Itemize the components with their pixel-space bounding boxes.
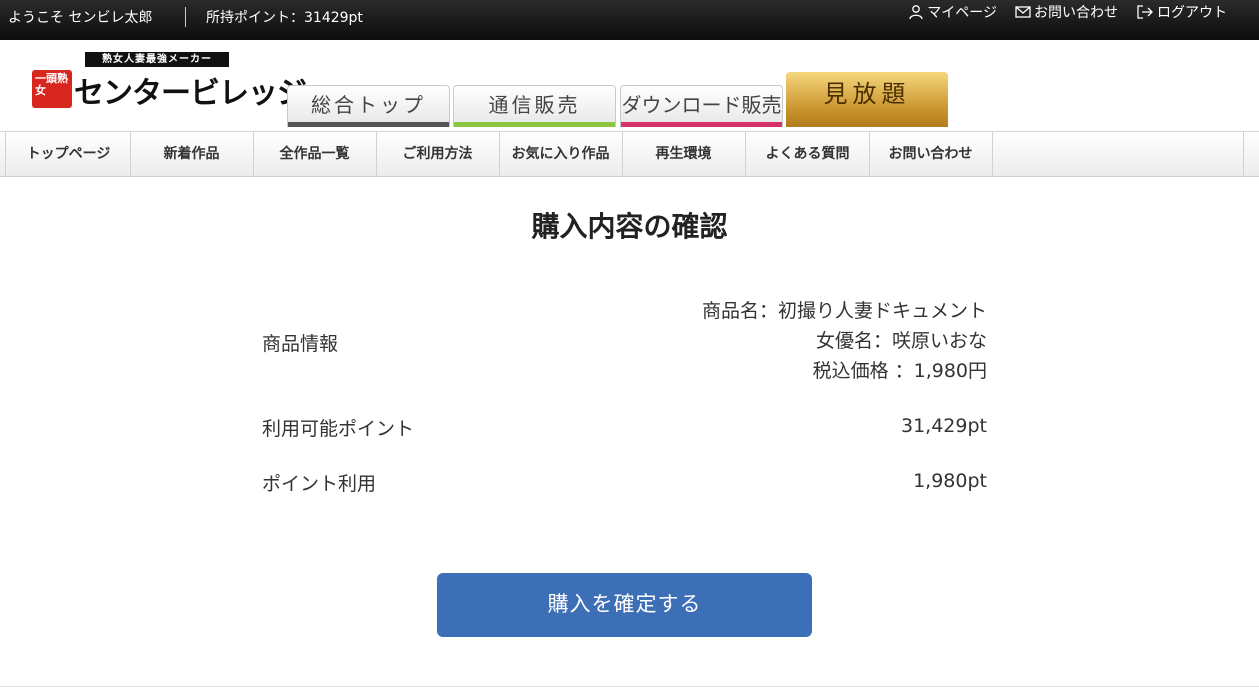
nav-item-how-to-use[interactable]: ご利用方法 — [376, 132, 500, 176]
tab-color-bar — [288, 122, 449, 127]
mail-icon — [1015, 6, 1031, 18]
tab-label: 見放題 — [823, 80, 911, 108]
logout-link[interactable]: ログアウト — [1136, 2, 1227, 22]
tab-label: 総合トップ — [311, 93, 426, 117]
top-bar: ようこそ センビレ太郎 所持ポイント：31429pt マイページ お問い合わせ … — [0, 0, 1259, 40]
logo-brand: センタービレッジ — [74, 76, 307, 111]
tab-download-sales[interactable]: ダウンロード販売 — [620, 85, 783, 127]
footer-divider — [0, 686, 1259, 687]
points-balance: 所持ポイント：31429pt — [206, 10, 363, 26]
header: 熟女人妻最強メーカー 一頭熟女 センタービレッジ 総合トップ 通信販売 ダウンロ… — [0, 40, 1259, 132]
nav-item-top-page[interactable]: トップページ — [7, 132, 131, 176]
site-logo[interactable]: 熟女人妻最強メーカー 一頭熟女 センタービレッジ — [30, 50, 307, 120]
person-icon — [909, 5, 923, 20]
tab-color-bar — [621, 122, 782, 127]
tab-color-bar — [454, 122, 615, 127]
divider — [185, 7, 186, 27]
contact-label: お問い合わせ — [1034, 5, 1118, 21]
tab-unlimited[interactable]: 見放題 — [786, 72, 948, 127]
confirm-purchase-button[interactable]: 購入を確定する — [437, 573, 812, 637]
welcome-text: ようこそ センビレ太郎 — [8, 10, 153, 26]
tab-mail-order[interactable]: 通信販売 — [453, 85, 616, 127]
logo-tagline: 熟女人妻最強メーカー — [85, 52, 229, 67]
points-use-label: ポイント利用 — [262, 473, 377, 495]
available-points-label: 利用可能ポイント — [262, 418, 415, 440]
points-use-value: 1,980pt — [913, 470, 987, 492]
logo-seal: 一頭熟女 — [32, 70, 72, 108]
actress-name: 女優名：咲原いおな — [815, 330, 987, 352]
main-nav: トップページ 新着作品 全作品一覧 ご利用方法 お気に入り作品 再生環境 よくあ… — [0, 131, 1259, 177]
tab-general-top[interactable]: 総合トップ — [287, 85, 450, 127]
contact-link[interactable]: お問い合わせ — [1015, 2, 1118, 22]
nav-item-faq[interactable]: よくある質問 — [746, 132, 870, 176]
logout-label: ログアウト — [1157, 5, 1227, 21]
logout-icon — [1137, 5, 1153, 19]
mypage-label: マイページ — [927, 5, 997, 21]
product-name: 商品名：初撮り人妻ドキュメント — [701, 300, 987, 322]
product-info-label: 商品情報 — [262, 333, 339, 355]
nav-item-all-works[interactable]: 全作品一覧 — [253, 132, 377, 176]
tab-label: ダウンロード販売 — [621, 93, 782, 117]
account-links: マイページ お問い合わせ ログアウト — [908, 2, 1227, 22]
nav-item-new-releases[interactable]: 新着作品 — [130, 132, 254, 176]
nav-item-contact[interactable]: お問い合わせ — [869, 132, 993, 176]
price: 税込価格 ：1,980円 — [812, 360, 987, 382]
page-title: 購入内容の確認 — [531, 210, 728, 243]
product-info-value: 商品名：初撮り人妻ドキュメント 女優名：咲原いおな 税込価格 ：1,980円 — [702, 296, 987, 386]
available-points-value: 31,429pt — [901, 415, 987, 437]
nav-item-favorites[interactable]: お気に入り作品 — [499, 132, 623, 176]
tab-label: 通信販売 — [488, 93, 581, 117]
nav-item-playback[interactable]: 再生環境 — [622, 132, 746, 176]
mypage-link[interactable]: マイページ — [908, 2, 997, 22]
